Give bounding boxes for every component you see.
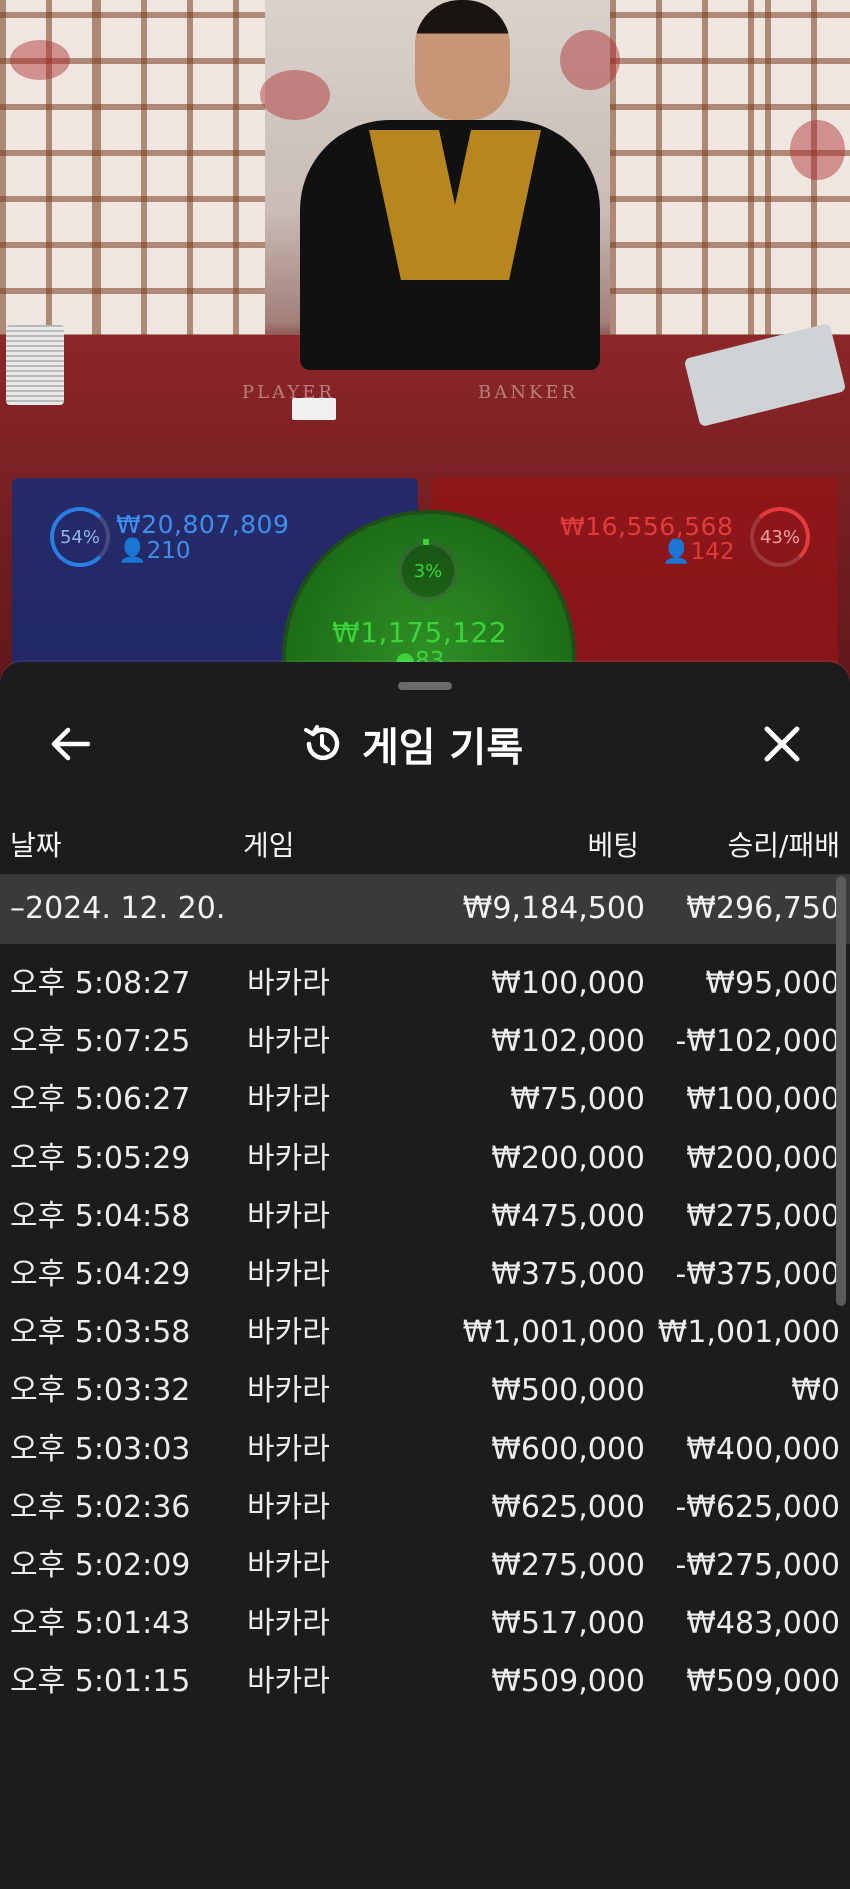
banker-bet-amount: ₩16,556,568 xyxy=(560,512,734,541)
banker-count-value: 142 xyxy=(690,539,735,565)
blossom xyxy=(260,70,330,120)
drag-handle[interactable] xyxy=(398,682,452,690)
folding-screen-panel-right xyxy=(610,0,775,340)
column-header-game[interactable]: 게임 xyxy=(243,824,295,864)
history-row[interactable]: 오후 5:01:15 바카라 ₩509,000 ₩509,000 xyxy=(0,1647,850,1717)
sheet-header: 게임 기록 xyxy=(300,712,523,776)
close-button[interactable] xyxy=(752,714,812,774)
arrow-left-icon xyxy=(51,727,90,761)
row-bet: ₩509,000 xyxy=(491,1664,645,1700)
table-label-player: PLAYER xyxy=(242,382,335,403)
date-group-bet-total: ₩9,184,500 xyxy=(462,891,645,926)
banker-count: 👤142 xyxy=(662,538,735,565)
player-percent: 54% xyxy=(59,526,100,548)
user-icon: 👤 xyxy=(662,539,691,565)
column-header-bet[interactable]: 베팅 xyxy=(587,824,639,864)
banker-percent: 43% xyxy=(759,526,800,548)
row-win-loss: ₩509,000 xyxy=(686,1664,840,1700)
blossom xyxy=(790,120,845,180)
row-game: 바카라 xyxy=(247,1664,330,1700)
user-icon: 👤 xyxy=(118,538,147,564)
date-group-win-total: ₩296,750 xyxy=(686,891,840,926)
dealer-head xyxy=(415,0,510,120)
close-icon xyxy=(764,726,800,762)
chip-stack xyxy=(6,325,64,405)
player-count: 👤210 xyxy=(118,537,191,564)
column-header-date[interactable]: 날짜 xyxy=(10,824,62,864)
page-title: 게임 기록 xyxy=(362,725,524,771)
row-time: 오후 5:01:15 xyxy=(10,1664,191,1700)
table-label-banker: BANKER xyxy=(478,382,579,403)
back-button[interactable] xyxy=(40,714,100,774)
tie-percent: 3% xyxy=(413,560,443,582)
player-count-value: 210 xyxy=(146,538,191,564)
live-video: PLAYER BANKER 54% ₩20,807,809 👤210 43% ₩… xyxy=(0,0,850,700)
blossom xyxy=(10,40,70,80)
player-bet-amount: ₩20,807,809 xyxy=(116,510,290,539)
history-icon xyxy=(304,725,340,761)
date-group-row[interactable]: –2024. 12. 20. ₩9,184,500 ₩296,750 xyxy=(0,874,850,944)
folding-screen-panel xyxy=(95,0,265,340)
scrollbar[interactable] xyxy=(836,876,846,1306)
blossom xyxy=(560,30,620,90)
list-fade xyxy=(0,1782,850,1889)
game-history-sheet: 게임 기록 날짜 게임 베팅 승리/패배 –2024. 12. 20. ₩9,1… xyxy=(0,662,850,1889)
tie-bet-amount: ₩1,175,122 xyxy=(332,616,508,649)
column-header-win-loss[interactable]: 승리/패배 xyxy=(728,824,840,864)
